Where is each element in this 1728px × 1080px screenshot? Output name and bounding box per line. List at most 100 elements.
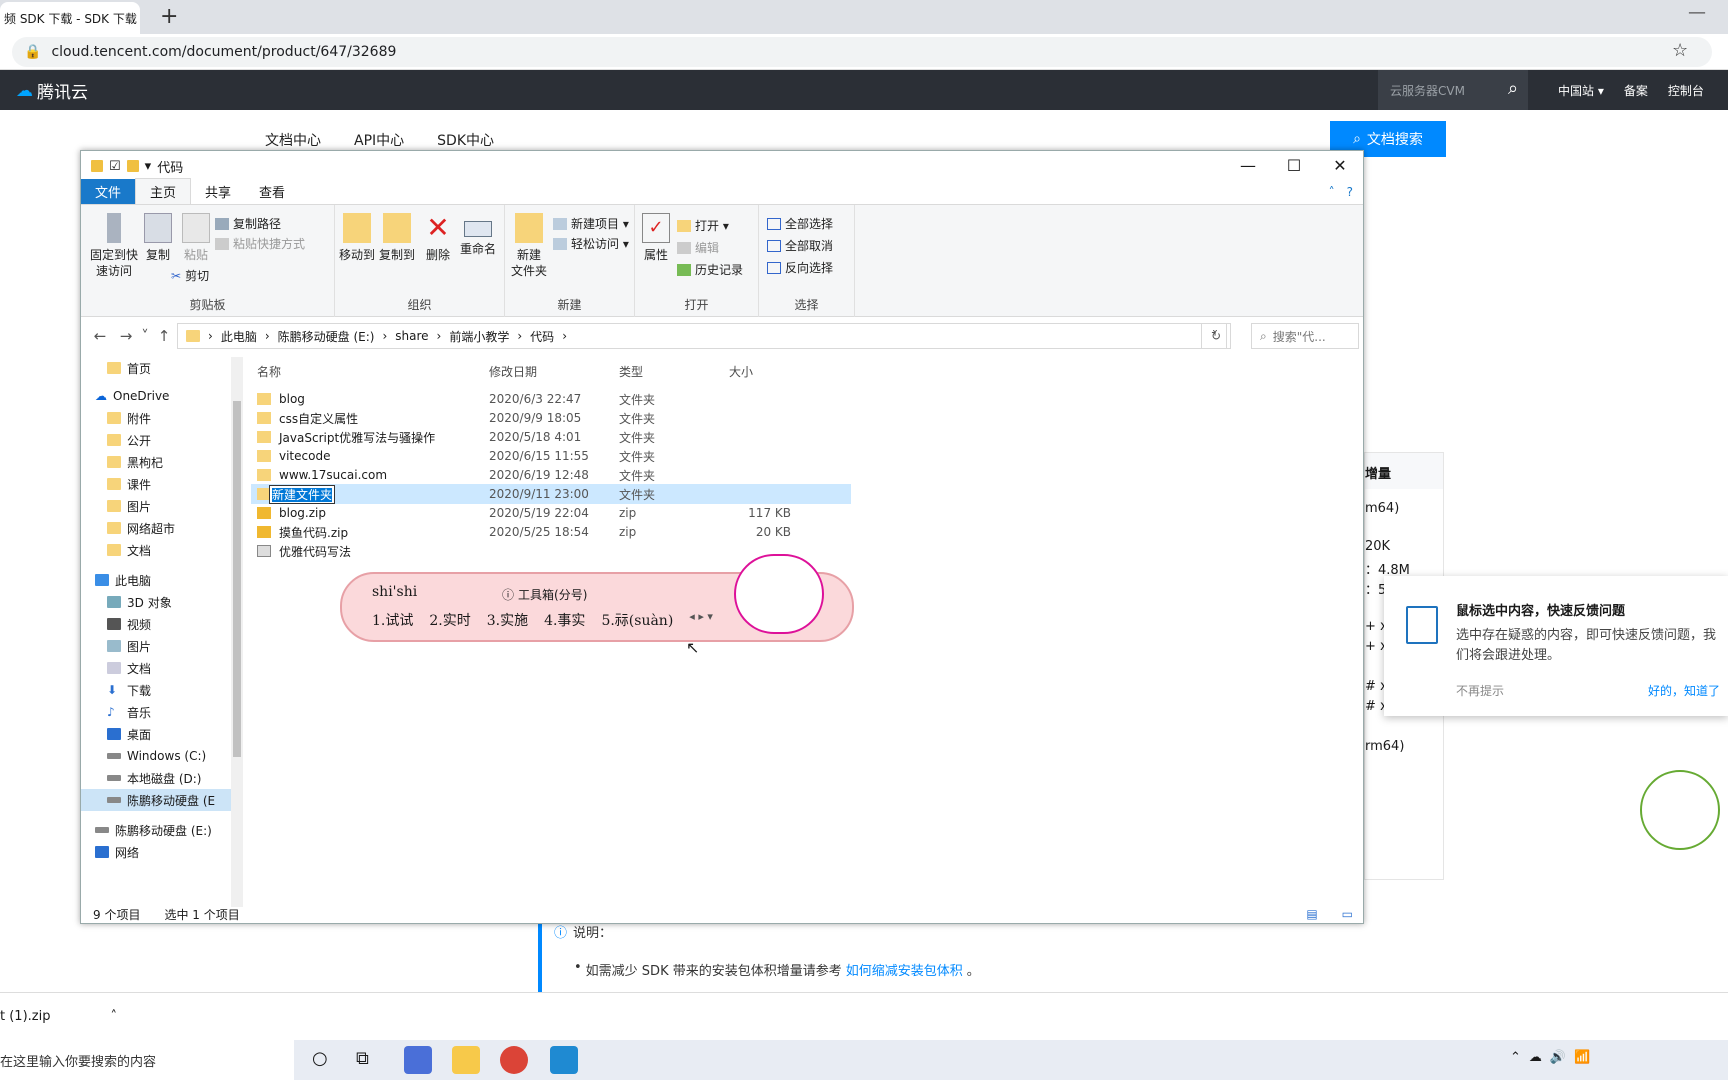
bookmark-star-icon[interactable]: ☆ [1672, 40, 1688, 61]
nav-item[interactable]: 首页 [81, 357, 231, 379]
column-header-name[interactable]: 名称 [257, 363, 281, 380]
nav-item[interactable]: 本地磁盘 (D:) [81, 767, 231, 789]
new-folder-button[interactable]: 新建 文件夹 [507, 213, 551, 279]
ime-candidate[interactable]: 4.事实 [544, 610, 585, 630]
breadcrumb-item[interactable]: 前端小教学 [449, 328, 509, 345]
doc-nav-sdk[interactable]: SDK中心 [437, 130, 494, 150]
breadcrumb-item[interactable]: 陈鹏移动硬盘 (E:) [278, 328, 375, 345]
file-row-selected[interactable]: 新建文件夹 2020/9/11 23:00 文件夹 [251, 484, 851, 504]
paste-button[interactable]: 粘贴 [179, 213, 213, 263]
folder-search-input[interactable]: ⌕ 搜索"代... [1251, 323, 1359, 349]
properties-button[interactable]: ✓ 属性 [639, 213, 673, 263]
forward-arrow-icon[interactable]: → [113, 327, 139, 345]
search-icon[interactable]: ⌕ [1508, 78, 1518, 99]
taskbar-search-input[interactable]: 在这里输入你要搜索的内容 [0, 1040, 294, 1080]
nav-item[interactable]: 桌面 [81, 723, 231, 745]
address-bar[interactable]: 🔒 cloud.tencent.com/document/product/647… [12, 37, 1712, 67]
nav-item[interactable]: 图片 [81, 635, 231, 657]
easy-access-button[interactable]: 轻松访问 ▾ [553, 235, 629, 252]
delete-button[interactable]: ✕ 删除 [423, 213, 453, 263]
nav-item-onedrive[interactable]: ☁ OneDrive [81, 385, 231, 407]
help-icon[interactable]: ? [1347, 185, 1353, 199]
new-folder-quick-icon[interactable] [126, 160, 139, 172]
nav-item[interactable]: 黑枸杞 [81, 451, 231, 473]
browser-tab[interactable]: 频 SDK 下载 - SDK 下载 × [0, 2, 140, 34]
rename-button[interactable]: 重命名 [457, 213, 499, 257]
move-to-button[interactable]: 移动到 [337, 213, 377, 263]
nav-item[interactable]: 附件 [81, 407, 231, 429]
file-row[interactable]: vitecode 2020/6/15 11:55 文件夹 [251, 446, 851, 466]
site-search-input[interactable]: 云服务器CVM [1378, 70, 1528, 110]
tencent-logo[interactable]: ☁ 腾讯云 [16, 78, 88, 104]
file-row[interactable]: JavaScript优雅写法与骚操作 2020/5/18 4:01 文件夹 [251, 427, 851, 447]
file-row[interactable]: www.17sucai.com 2020/6/19 12:48 文件夹 [251, 465, 851, 485]
copy-button[interactable]: 复制 [141, 213, 175, 263]
select-none-button[interactable]: 全部取消 [767, 237, 833, 254]
note-link[interactable]: 如何缩减安装包体积 [846, 960, 963, 979]
tab-file[interactable]: 文件 [81, 179, 136, 204]
maximize-icon[interactable]: ☐ [1271, 151, 1317, 181]
nav-item[interactable]: 网络 [81, 845, 231, 859]
chevron-up-icon[interactable]: ˄ [110, 1009, 117, 1024]
file-row[interactable]: blog 2020/6/3 22:47 文件夹 [251, 389, 851, 409]
properties-quick-icon[interactable]: ☑ [109, 159, 121, 174]
new-tab-button[interactable]: + [160, 4, 178, 29]
file-row[interactable]: 摸鱼代码.zip 2020/5/25 18:54 zip 20 KB [251, 522, 851, 542]
nav-item[interactable]: 文档 [81, 539, 231, 561]
nav-item[interactable]: ♪ 音乐 [81, 701, 231, 723]
back-arrow-icon[interactable]: ← [87, 327, 113, 345]
paste-shortcut-button[interactable]: 粘贴快捷方式 [215, 235, 305, 252]
copy-to-button[interactable]: 复制到 [377, 213, 417, 263]
nav-item[interactable]: 陈鹏移动硬盘 (E:) [81, 819, 231, 841]
window-minimize-icon[interactable]: — [1688, 2, 1706, 23]
open-button[interactable]: 打开 ▾ [677, 217, 729, 234]
task-view-icon[interactable]: ⧉ [356, 1048, 369, 1069]
up-arrow-icon[interactable]: ↑ [151, 327, 177, 345]
chrome-taskbar-icon[interactable] [500, 1046, 528, 1074]
vscode-taskbar-icon[interactable] [550, 1046, 578, 1074]
details-view-icon[interactable]: ▤ [1306, 907, 1317, 921]
breadcrumb-item[interactable]: 代码 [530, 328, 554, 345]
close-icon[interactable]: ✕ [1317, 151, 1363, 181]
download-file[interactable]: t (1).zip [0, 1009, 50, 1024]
nav-console[interactable]: 控制台 [1668, 82, 1704, 99]
file-explorer-taskbar-icon[interactable] [452, 1046, 480, 1074]
breadcrumb-item[interactable]: share [395, 329, 428, 343]
ime-page-arrows-icon[interactable]: ◂ ▸ ▾ [689, 610, 713, 630]
tooltip-dismiss[interactable]: 不再提示 [1456, 682, 1504, 699]
ime-candidate[interactable]: 1.试试 [372, 610, 413, 630]
cortana-icon[interactable]: ○ [312, 1048, 328, 1069]
cut-button[interactable]: ✂ 剪切 [171, 267, 209, 284]
ime-candidate[interactable]: 2.实时 [429, 610, 470, 630]
nav-item[interactable]: 课件 [81, 473, 231, 495]
vpn-app-icon[interactable] [404, 1046, 432, 1074]
file-row[interactable]: css自定义属性 2020/9/9 18:05 文件夹 [251, 408, 851, 428]
nav-item[interactable]: ⬇ 下载 [81, 679, 231, 701]
new-item-button[interactable]: 新建项目 ▾ [553, 215, 629, 232]
large-icons-view-icon[interactable]: ▭ [1342, 907, 1353, 921]
invert-selection-button[interactable]: 反向选择 [767, 259, 833, 276]
tooltip-ok[interactable]: 好的，知道了 [1648, 682, 1720, 699]
nav-region[interactable]: 中国站 ▾ [1558, 82, 1604, 99]
tab-view[interactable]: 查看 [245, 179, 299, 204]
nav-item[interactable]: 公开 [81, 429, 231, 451]
breadcrumb-item[interactable]: 此电脑 [221, 328, 257, 345]
refresh-icon[interactable]: ↻ [1201, 323, 1231, 349]
copy-path-button[interactable]: 复制路径 [215, 215, 281, 232]
nav-item[interactable]: 网络超市 [81, 517, 231, 539]
system-tray-icons[interactable]: ⌃☁🔊📶 [1510, 1050, 1598, 1065]
doc-nav-docs[interactable]: 文档中心 [265, 130, 321, 150]
doc-nav-api[interactable]: API中心 [354, 130, 404, 150]
minimize-icon[interactable]: — [1225, 151, 1271, 181]
nav-beian[interactable]: 备案 [1624, 82, 1648, 99]
ime-candidate[interactable]: 5.祘(suàn) [601, 610, 673, 630]
nav-item[interactable]: 文档 [81, 657, 231, 679]
rename-input[interactable]: 新建文件夹 [269, 484, 336, 504]
nav-item-selected[interactable]: 陈鹏移动硬盘 (E [81, 789, 231, 811]
breadcrumb[interactable]: › 此电脑 › 陈鹏移动硬盘 (E:) › share › 前端小教学 › 代码… [177, 323, 1227, 349]
nav-item[interactable]: 视频 [81, 613, 231, 635]
tab-home[interactable]: 主页 [135, 178, 192, 204]
ime-candidate[interactable]: 3.实施 [487, 610, 528, 630]
column-header-type[interactable]: 类型 [619, 363, 643, 380]
recent-dropdown-icon[interactable]: ˅ [139, 327, 151, 345]
